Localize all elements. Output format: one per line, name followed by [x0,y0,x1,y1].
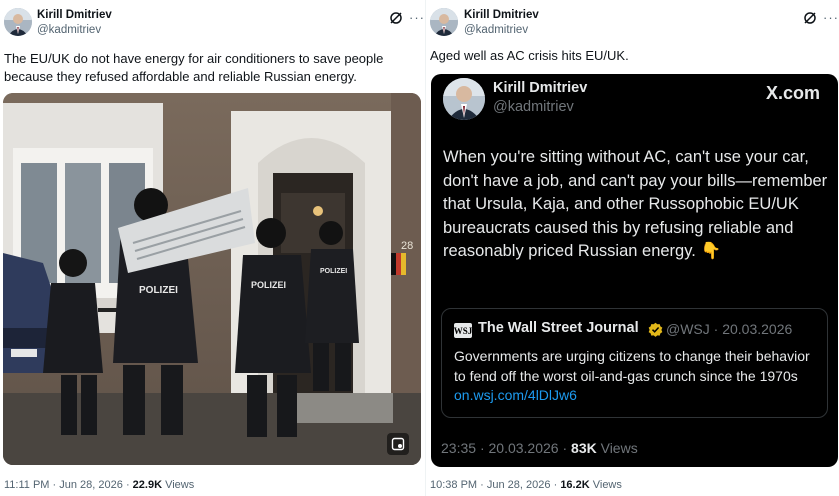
media-icon[interactable] [387,433,409,455]
tweet-meta: 10:38 PM · Jun 28, 2026 · 16.2K Views [430,479,622,491]
column-divider [425,0,426,496]
grok-icon[interactable] [803,11,817,25]
embedded-time: 23:35 [441,440,477,456]
tweet-photo[interactable]: 28 POLIZEI POLIZEI POLIZEI [3,93,421,465]
tweet-date[interactable]: Jun 28, 2026 [487,479,551,491]
quoted-handle-date: @WSJ · 20.03.2026 [666,321,793,337]
more-icon[interactable]: ··· [823,11,839,24]
embedded-tweet-text: When you're sitting without AC, can't us… [443,146,833,264]
tweet-text: Aged well as AC crisis hits EU/UK. [430,48,629,63]
wsj-logo-icon: WSJ [454,323,472,338]
tweet-meta: 11:11 PM · Jun 28, 2026 · 22.9K Views [4,479,195,491]
vest-label-1: POLIZEI [139,285,178,296]
quoted-text: Governments are urging citizens to chang… [454,347,822,406]
author-handle[interactable]: @kadmitriev [37,24,101,36]
vest-label-3: POLIZEI [320,268,347,275]
quoted-tweet: WSJ The Wall Street Journal @WSJ · 20.03… [441,308,828,418]
house-number: 28 [401,240,413,252]
views-count: 16.2K [560,479,590,491]
embedded-views-count: 83K [571,440,597,456]
author-handle[interactable]: @kadmitriev [464,24,528,36]
vest-label-2: POLIZEI [251,280,286,290]
quoted-text-body: Governments are urging citizens to chang… [454,348,810,384]
avatar[interactable] [430,8,458,36]
tweet-text: The EU/UK do not have energy for air con… [4,51,384,84]
embedded-date: 20.03.2026 [488,440,559,456]
x-logo-icon: X.com [765,83,820,103]
author-name[interactable]: Kirill Dmitriev [37,9,112,21]
embedded-author-name: Kirill Dmitriev [493,80,588,96]
embedded-meta: 23:35 · 20.03.2026 · 83K Views [441,440,638,456]
tweet-time[interactable]: 11:11 PM [4,479,49,491]
views-count: 22.9K [132,479,163,491]
embedded-tweet-card[interactable]: Kirill Dmitriev @kadmitriev X.com When y… [431,74,838,467]
views-label: Views [165,479,195,491]
embedded-views-label: Views [600,440,638,456]
embedded-avatar [443,78,485,120]
tweet-right[interactable]: Kirill Dmitriev @kadmitriev ··· Aged wel… [427,0,839,496]
verified-gold-icon [648,322,663,337]
embedded-text-body: When you're sitting without AC, can't us… [443,148,828,260]
pointing-down-icon: 👇 [700,242,721,260]
tweet-date[interactable]: Jun 28, 2026 [59,479,123,491]
embedded-author-handle: @kadmitriev [493,99,574,115]
tweet-left[interactable]: Kirill Dmitriev @kadmitriev ··· The EU/U… [0,0,424,496]
avatar[interactable] [4,8,32,36]
grok-icon[interactable] [389,11,403,25]
views-label: Views [592,479,622,491]
tweet-time[interactable]: 10:38 PM [430,479,477,491]
quoted-link[interactable]: on.wsj.com/4lDlJw6 [454,387,577,403]
quoted-author-name: The Wall Street Journal [478,320,639,336]
more-icon[interactable]: ··· [409,11,425,24]
author-name[interactable]: Kirill Dmitriev [464,9,539,21]
